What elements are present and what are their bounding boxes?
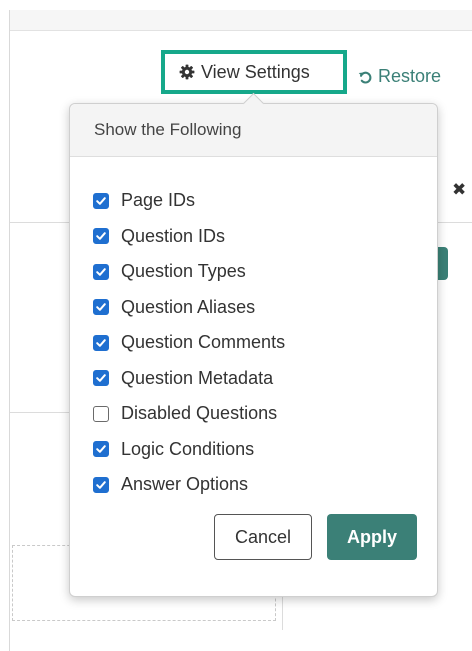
checkbox[interactable] [93, 228, 109, 245]
option-question-types[interactable]: Question Types [93, 254, 285, 290]
checkbox[interactable] [93, 370, 109, 387]
divider [10, 412, 70, 413]
restore-label: Restore [378, 66, 442, 86]
option-label: Question IDs [121, 225, 226, 246]
option-page-ids[interactable]: Page IDs [93, 183, 285, 219]
checkbox[interactable] [93, 441, 109, 458]
option-label: Disabled Questions [121, 403, 278, 424]
background-header-bar [10, 10, 472, 31]
option-label: Answer Options [121, 474, 249, 495]
cancel-button[interactable]: Cancel [214, 514, 312, 560]
view-settings-label: View Settings [201, 61, 310, 82]
checkbox[interactable] [93, 263, 109, 280]
close-icon[interactable]: ✖ [452, 180, 466, 200]
divider [10, 222, 70, 223]
checkbox[interactable] [93, 334, 109, 351]
view-settings-popover: Show the Following Page IDs Question IDs… [69, 103, 438, 597]
option-label: Question Types [121, 261, 246, 282]
checkbox[interactable] [93, 476, 109, 493]
option-label: Question Metadata [121, 367, 274, 388]
option-question-ids[interactable]: Question IDs [93, 219, 285, 255]
options-list: Page IDs Question IDs Question Types Que… [93, 183, 285, 503]
option-label: Page IDs [121, 190, 196, 211]
checkbox[interactable] [93, 299, 109, 316]
option-question-comments[interactable]: Question Comments [93, 325, 285, 361]
view-settings-button[interactable]: View Settings [165, 54, 343, 90]
checkbox[interactable] [93, 405, 109, 422]
option-question-metadata[interactable]: Question Metadata [93, 361, 285, 397]
apply-button[interactable]: Apply [327, 514, 417, 560]
option-label: Logic Conditions [121, 438, 255, 459]
option-label: Question Aliases [121, 296, 256, 317]
option-label: Question Comments [121, 332, 286, 353]
undo-icon [358, 69, 373, 84]
restore-button[interactable]: Restore [358, 66, 441, 87]
option-question-aliases[interactable]: Question Aliases [93, 290, 285, 326]
gear-icon [179, 64, 195, 80]
checkbox[interactable] [93, 192, 109, 209]
option-logic-conditions[interactable]: Logic Conditions [93, 432, 285, 468]
option-disabled-questions[interactable]: Disabled Questions [93, 396, 285, 432]
option-answer-options[interactable]: Answer Options [93, 467, 285, 503]
